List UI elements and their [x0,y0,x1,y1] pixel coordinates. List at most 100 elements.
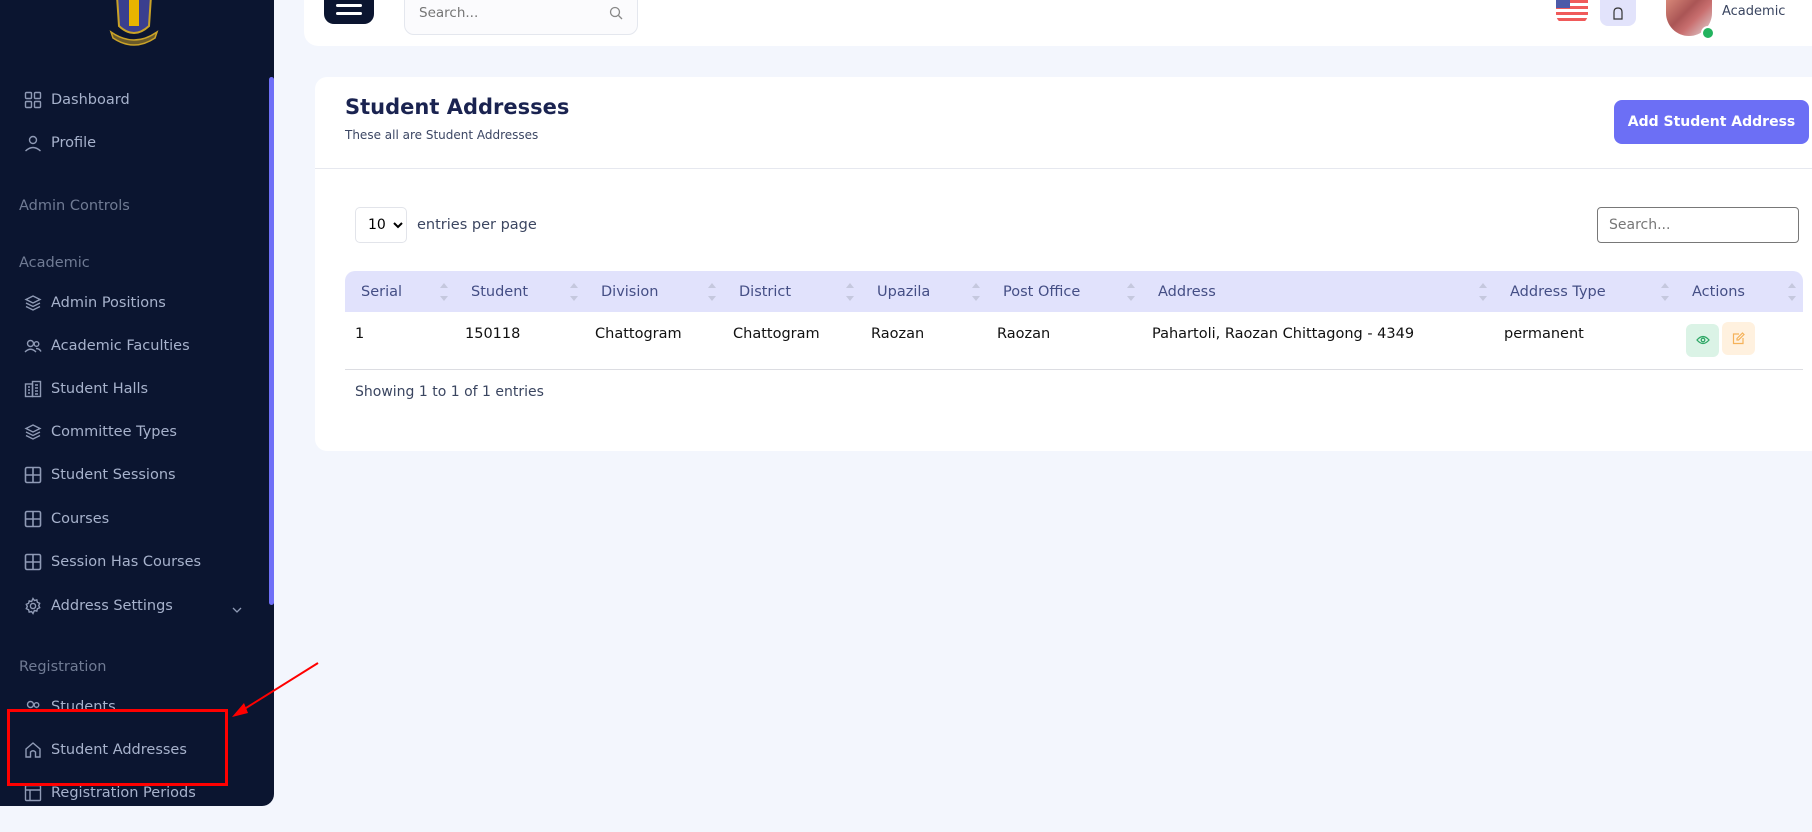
sidebar-item-label: Students [51,699,116,715]
col-header-division[interactable]: Division [585,271,723,312]
cell-post-office: Raozan [997,326,1051,343]
online-status-dot [1701,26,1715,40]
user-avatar[interactable] [1666,0,1715,40]
card-header: Student Addresses These all are Student … [315,77,1812,169]
col-label: Post Office [1003,283,1081,300]
sidebar-item-academic-faculties[interactable]: Academic Faculties [24,333,190,359]
layers-icon [24,294,42,312]
table-row: 1 150118 Chattogram Chattogram Raozan Ra… [345,312,1803,369]
col-header-address-type[interactable]: Address Type [1494,271,1676,312]
cell-division: Chattogram [595,326,682,343]
col-label: Student [471,283,529,300]
col-header-district[interactable]: District [723,271,861,312]
sidebar-item-label: Admin Positions [51,295,166,311]
sidebar-item-committee-types[interactable]: Committee Types [24,419,177,445]
sidebar-item-label: Profile [51,135,97,151]
sidebar-item-address-settings[interactable]: Address Settings [24,593,173,619]
chevron-down-icon[interactable] [231,604,243,616]
col-label: Address [1158,283,1216,300]
sidebar-item-courses[interactable]: Courses [24,506,109,532]
student-addresses-table: Serial Student Division District Upazila… [345,271,1803,370]
sidebar-item-session-has-courses[interactable]: Session Has Courses [24,549,201,575]
col-header-address[interactable]: Address [1142,271,1494,312]
sort-icon[interactable] [1126,283,1136,301]
sidebar-item-label: Committee Types [51,424,177,440]
sidebar-scrollbar[interactable] [269,77,274,605]
sidebar-item-students[interactable]: Students [24,694,116,715]
sidebar-item-registration-periods[interactable]: Registration Periods [24,780,196,806]
sort-icon[interactable] [707,283,717,301]
menu-toggle-button[interactable] [324,0,374,24]
sort-icon[interactable] [845,283,855,301]
table-icon [24,466,42,484]
sidebar-item-admin-positions[interactable]: Admin Positions [24,290,166,316]
us-flag-icon[interactable] [1556,0,1588,24]
sidebar-item-student-sessions[interactable]: Student Sessions [24,462,176,488]
table-icon [24,553,42,571]
col-label: Division [601,283,659,300]
edit-button[interactable] [1722,322,1755,355]
grid-icon [24,91,42,109]
edit-icon [1732,332,1745,345]
col-header-serial[interactable]: Serial [345,271,455,312]
sort-icon[interactable] [439,283,449,301]
hamburger-line [336,4,362,7]
layout-icon [24,784,42,802]
sidebar-item-label: Student Addresses [51,742,187,758]
university-logo [105,0,163,48]
sort-icon[interactable] [1787,283,1797,301]
hamburger-line [336,12,362,15]
home-icon [24,741,42,759]
col-label: District [739,283,792,300]
layers-icon [24,423,42,441]
users-icon [24,698,42,711]
col-header-upazila[interactable]: Upazila [861,271,987,312]
sidebar-item-label: Address Settings [51,598,173,614]
view-button[interactable] [1686,323,1719,357]
student-addresses-card: Student Addresses These all are Student … [315,77,1812,451]
top-search-input[interactable] [419,4,599,21]
page-title: Student Addresses [345,95,570,119]
col-header-student[interactable]: Student [455,271,585,312]
cell-actions [1676,312,1803,369]
user-role: Academic [1722,4,1786,19]
gear-icon [24,597,42,615]
user-icon [24,134,42,152]
sort-icon[interactable] [1478,283,1488,301]
sidebar-item-label: Courses [51,511,110,527]
col-label: Serial [361,283,403,300]
table-search-input[interactable] [1597,207,1799,243]
add-student-address-button[interactable]: Add Student Address [1614,100,1809,144]
sidebar-item-student-halls[interactable]: Student Halls [24,376,148,402]
entries-per-page-select[interactable]: 10 [355,207,407,243]
table-icon [24,510,42,528]
top-search-box[interactable] [404,0,638,35]
sidebar-item-label: Registration Periods [51,785,196,801]
cell-district: Chattogram [733,326,820,343]
sidebar-item-label: Academic Faculties [51,338,190,354]
users-icon [24,337,42,355]
notification-button[interactable] [1600,0,1636,26]
col-label: Actions [1692,283,1745,300]
page-subtitle: These all are Student Addresses [345,128,539,142]
section-admin-controls: Admin Controls [19,198,130,214]
entries-per-page-label: entries per page [417,217,537,233]
sidebar: Dashboard Profile Admin Controls Academi… [0,0,274,806]
col-label: Upazila [877,283,931,300]
col-header-post-office[interactable]: Post Office [987,271,1142,312]
col-header-actions[interactable]: Actions [1676,271,1803,312]
sort-icon[interactable] [569,283,579,301]
sidebar-item-profile[interactable]: Profile [24,130,96,156]
eye-icon [1695,335,1710,345]
bell-icon [1613,7,1623,20]
sort-icon[interactable] [1660,283,1670,301]
section-registration: Registration [19,659,107,675]
sidebar-item-label: Dashboard [51,92,130,108]
sort-icon[interactable] [971,283,981,301]
sidebar-item-dashboard[interactable]: Dashboard [24,87,130,113]
sidebar-item-student-addresses[interactable]: Student Addresses [24,737,187,763]
cell-address: Pahartoli, Raozan Chittagong - 4349 [1152,326,1415,343]
table-info: Showing 1 to 1 of 1 entries [355,384,544,400]
topbar: Academic [304,0,1812,46]
search-icon[interactable] [609,6,623,20]
